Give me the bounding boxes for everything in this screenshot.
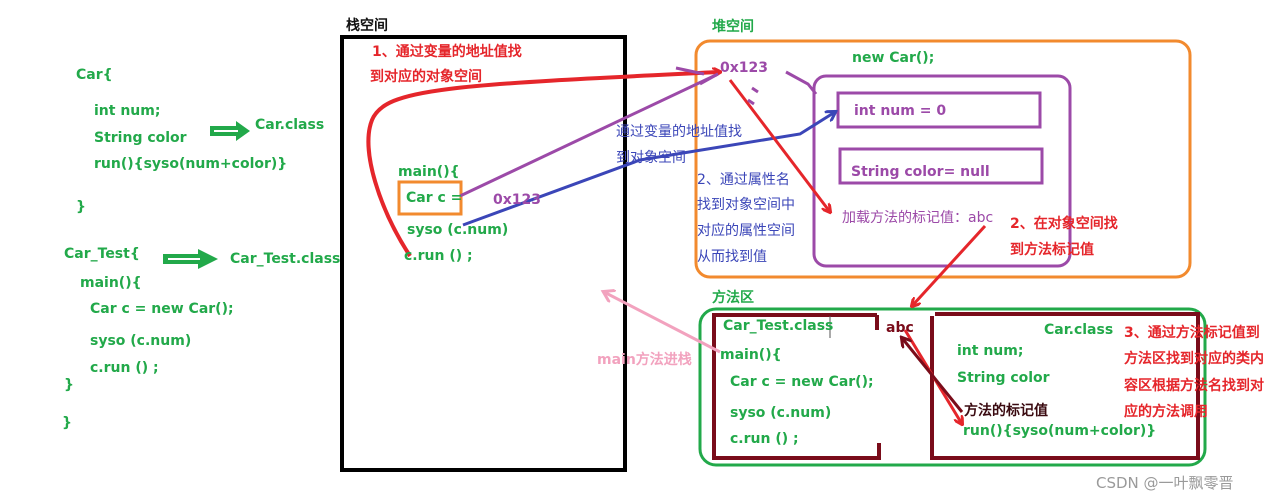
- method-car-title: Car.class: [1044, 322, 1114, 338]
- car-test-close-outer: }: [62, 415, 72, 431]
- car-field-color: String color: [94, 130, 187, 146]
- heap-note-2b-line2: 到方法标记值: [1010, 242, 1094, 258]
- main-push-label: main方法进栈: [597, 352, 692, 368]
- method-car-test-title: Car_Test.class: [723, 318, 834, 334]
- car-test-close-inner: }: [64, 377, 74, 393]
- stack-main: main(){: [398, 164, 460, 180]
- method-car-run: run(){syso(num+color)}: [963, 423, 1157, 439]
- stack-box: [340, 35, 627, 472]
- car-test-line-new: Car c = new Car();: [90, 301, 234, 317]
- method-car-field-num: int num;: [957, 343, 1024, 359]
- heap-note-2-line4: 从而找到值: [697, 249, 767, 265]
- stack-line-syso: syso (c.num): [407, 222, 509, 238]
- method-car-marker-label: 方法的标记值: [964, 403, 1048, 419]
- stack-title: 栈空间: [346, 18, 388, 34]
- car-test-main: main(){: [80, 275, 142, 291]
- stack-note-1-line2: 到对应的对象空间: [370, 69, 482, 85]
- heap-note-2b-line1: 2、在对象空间找: [1010, 216, 1118, 232]
- car-method-run: run(){syso(num+color)}: [94, 156, 288, 172]
- heap-note-blue-line1: 通过变量的地址值找: [616, 124, 742, 140]
- stack-line-run: c.run () ;: [404, 248, 473, 264]
- method-note-3-line4: 应的方法调用: [1124, 404, 1208, 420]
- car-field-num: int num;: [94, 103, 161, 119]
- watermark: CSDN @一叶飘零晋: [1096, 474, 1234, 492]
- method-car-test-line-run: c.run () ;: [730, 431, 799, 447]
- address-link-mark: [785, 70, 818, 95]
- car-class-header: Car{: [76, 67, 113, 83]
- heap-method-marker: 加载方法的标记值：abc: [842, 210, 994, 226]
- method-note-3-line1: 3、通过方法标记值到: [1124, 325, 1260, 341]
- car-test-line-run: c.run () ;: [90, 360, 159, 376]
- compile-arrow-car: [210, 121, 250, 141]
- stack-note-1-line1: 1、通过变量的地址值找: [372, 44, 522, 60]
- car-class-output: Car.class: [255, 117, 325, 133]
- heap-field-num: int num = 0: [854, 103, 947, 119]
- method-car-test-main: main(){: [720, 347, 782, 363]
- car-test-line-syso: syso (c.num): [90, 333, 192, 349]
- stack-var-c: Car c =: [406, 190, 463, 206]
- method-car-test-line-new: Car c = new Car();: [730, 374, 874, 390]
- heap-note-2-line1: 2、通过属性名: [697, 172, 790, 188]
- method-note-3-line2: 方法区找到对应的类内: [1124, 351, 1264, 367]
- car-class-close: }: [76, 199, 86, 215]
- heap-field-color: String color= null: [851, 164, 990, 180]
- method-car-test-line-syso: syso (c.num): [730, 405, 832, 421]
- stack-address-value: 0x123: [493, 192, 541, 208]
- heap-note-blue-line2: 到对象空间: [616, 150, 686, 166]
- compile-arrow-car-test: [163, 249, 218, 269]
- method-note-3-line3: 容区根据方法名找到对: [1124, 378, 1264, 394]
- arrow-main-push: [604, 292, 721, 354]
- car-test-output: Car_Test.class: [230, 251, 341, 267]
- heap-note-2-line2: 找到对象空间中: [697, 197, 795, 213]
- heap-address: 0x123: [720, 60, 768, 76]
- method-area-marker: abc: [886, 320, 914, 336]
- heap-title: 堆空间: [712, 19, 754, 35]
- method-area-title: 方法区: [712, 290, 754, 306]
- method-car-field-color: String color: [957, 370, 1050, 386]
- heap-note-2-line3: 对应的属性空间: [697, 223, 795, 239]
- heap-new-car: new Car();: [852, 50, 935, 66]
- car-test-header: Car_Test{: [64, 246, 140, 262]
